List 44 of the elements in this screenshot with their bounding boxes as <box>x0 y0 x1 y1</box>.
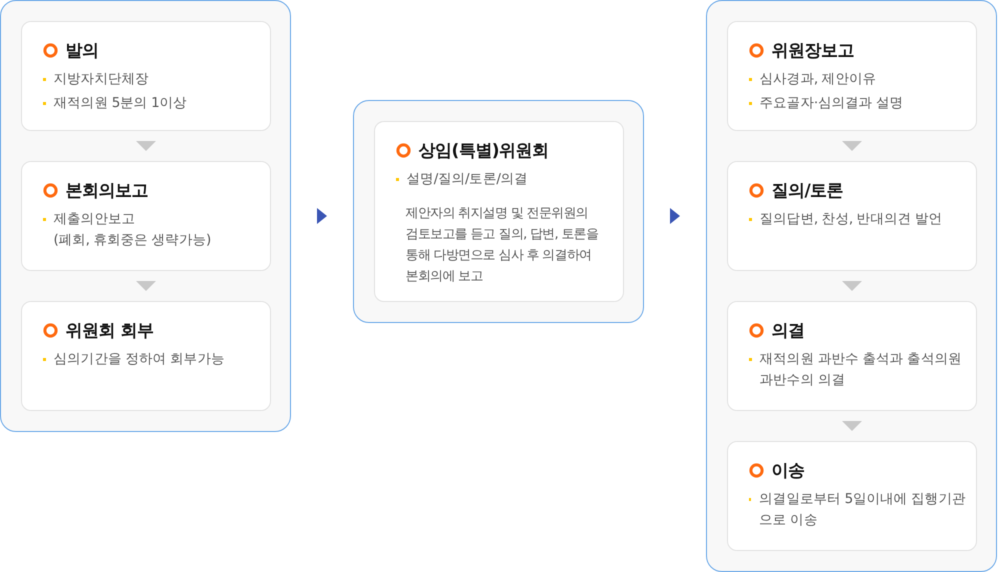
step-title: 본회의보고 <box>66 180 148 202</box>
bullet-icon <box>396 178 398 181</box>
step-text: 심의기간을 정하여 회부가능 <box>54 350 224 369</box>
step-title: 위원회 회부 <box>66 320 154 342</box>
ring-icon <box>748 323 764 338</box>
step-description: 제안자의 취지설명 및 전문위원의 검토보고를 듣고 질의, 답변, 토론을 통해 다방면으로 심사 후 의결하여 본회의에 보고 <box>406 205 598 286</box>
ring-icon <box>42 323 58 338</box>
bullet-icon <box>748 102 752 105</box>
step-text: 주요골자·심의결과 설명 <box>760 94 904 113</box>
bullet-icon <box>748 358 752 361</box>
step-text: 재적의원 5분의 1이상 <box>54 94 186 113</box>
down-arrow-icon <box>842 141 862 151</box>
step-text: 설명/질의/토론/의결 <box>406 170 528 189</box>
ring-icon <box>748 183 764 198</box>
step-title: 발의 <box>66 40 98 62</box>
bullet-icon <box>42 78 46 81</box>
bullet-icon <box>748 78 752 81</box>
bullet-icon <box>748 498 752 501</box>
down-arrow-icon <box>842 421 862 431</box>
right-arrow-icon <box>670 208 680 224</box>
bullet-icon <box>42 102 46 105</box>
step-title: 위원장보고 <box>772 40 854 62</box>
step-title: 이송 <box>772 460 804 482</box>
ring-icon <box>396 143 410 158</box>
step-title: 의결 <box>772 320 804 342</box>
ring-icon <box>748 463 764 478</box>
ring-icon <box>42 43 58 58</box>
step-text: 재적의원 과반수 출석과 출석의원 과반수의 의결 <box>760 350 962 390</box>
bullet-icon <box>42 218 46 221</box>
step-title: 질의/토론 <box>772 180 844 202</box>
step-text: 질의답변, 찬성, 반대의견 발언 <box>760 210 942 229</box>
step-text: 제출의안보고 (폐회, 휴회중은 생략가능) <box>54 210 211 250</box>
down-arrow-icon <box>842 281 862 291</box>
bullet-icon <box>42 358 46 361</box>
down-arrow-icon <box>136 141 156 151</box>
step-text: 지방자치단체장 <box>54 70 149 89</box>
ring-icon <box>42 183 58 198</box>
bullet-icon <box>748 218 752 221</box>
ring-icon <box>748 43 764 58</box>
right-arrow-icon <box>317 208 327 224</box>
step-title: 상임(특별)위원회 <box>418 140 549 162</box>
step-text: 의결일로부터 5일이내에 집행기관 으로 이송 <box>759 490 966 530</box>
down-arrow-icon <box>136 281 156 291</box>
step-text: 심사경과, 제안이유 <box>760 70 876 89</box>
